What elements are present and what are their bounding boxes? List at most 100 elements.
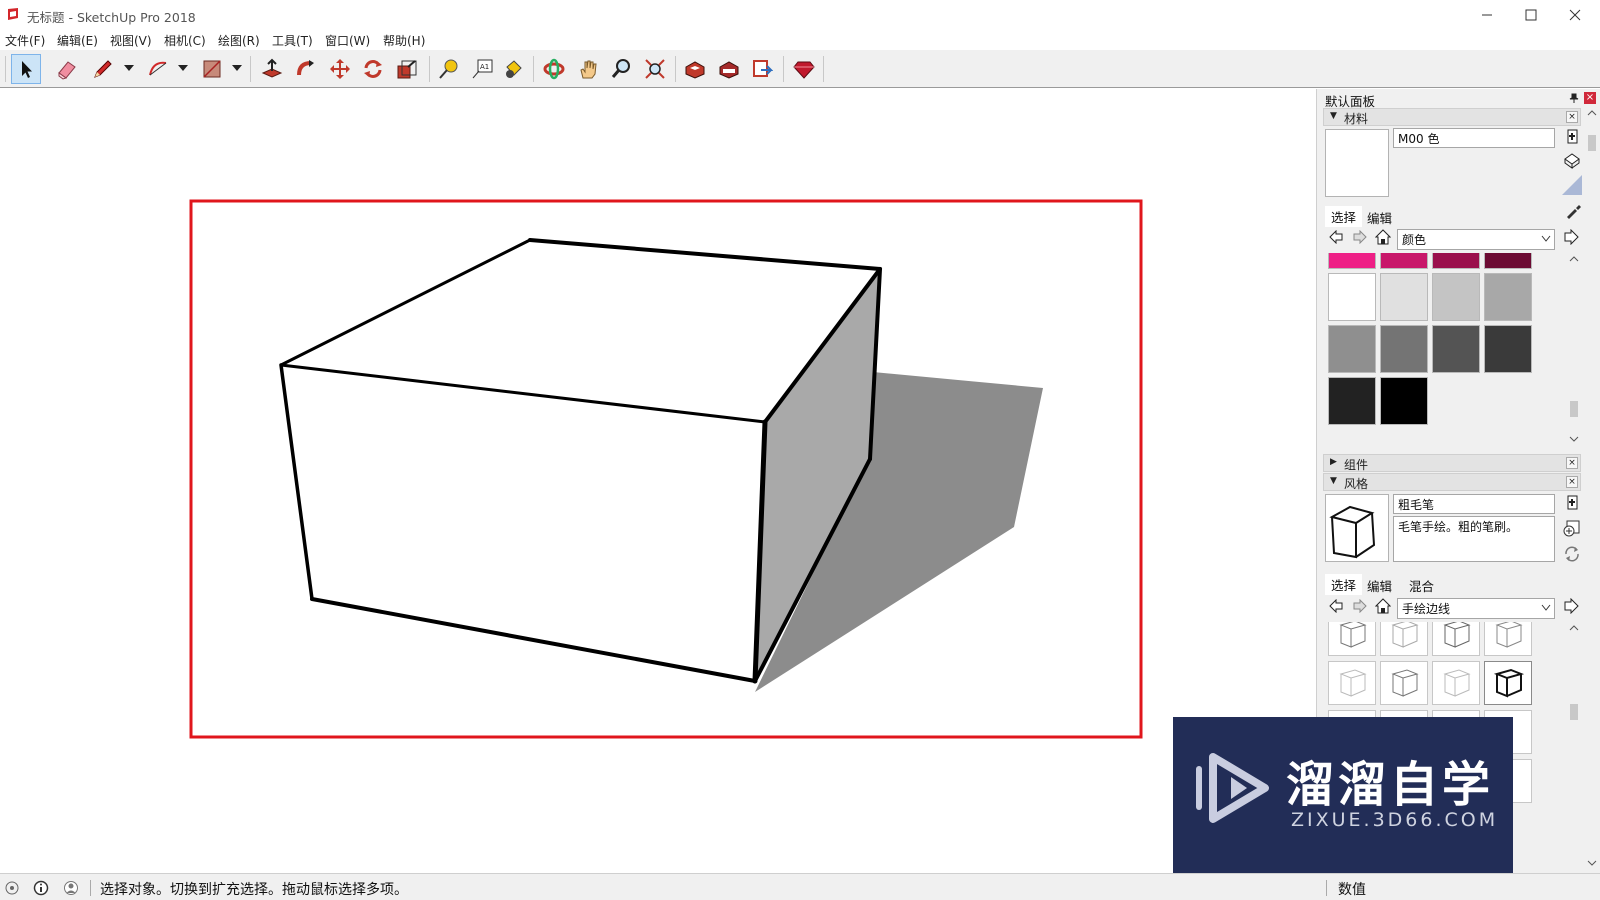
arc-tool-button[interactable] [143, 54, 173, 84]
extension-warehouse-button[interactable] [714, 54, 744, 84]
geolocation-icon[interactable] [4, 880, 20, 896]
rectangle-tool-button[interactable] [197, 54, 227, 84]
swatch-scrollbar[interactable] [1567, 253, 1581, 448]
pan-tool-button[interactable] [573, 54, 603, 84]
menu-help[interactable]: 帮助(H) [383, 32, 425, 49]
move-tool-button[interactable] [325, 54, 355, 84]
create-style-icon[interactable] [1565, 495, 1579, 511]
orbit-tool-button[interactable] [539, 54, 569, 84]
default-material-icon[interactable] [1562, 175, 1582, 195]
select-tool-button[interactable] [11, 54, 41, 84]
forward-arrow-icon[interactable] [1353, 599, 1367, 613]
paint-bucket-tool-button[interactable] [498, 54, 528, 84]
create-material-icon[interactable] [1565, 129, 1579, 145]
style-library-select[interactable]: 手绘边线 [1397, 598, 1555, 619]
swatch-black[interactable] [1380, 377, 1428, 425]
swatch-gray-4[interactable] [1328, 325, 1376, 373]
tray-scroll-thumb[interactable] [1588, 135, 1596, 151]
styles-tab-edit[interactable]: 编辑 [1367, 576, 1392, 595]
3d-warehouse-button[interactable] [680, 54, 710, 84]
style-scrollbar[interactable] [1567, 622, 1581, 862]
menu-camera[interactable]: 相机(C) [164, 32, 206, 49]
home-icon[interactable] [1375, 229, 1391, 245]
material-name-field[interactable]: M00 色 [1393, 128, 1555, 148]
text-tool-button[interactable]: A1 [467, 54, 497, 84]
swatch-gray-2[interactable] [1432, 273, 1480, 321]
maximize-button[interactable] [1508, 2, 1554, 28]
tape-measure-tool-button[interactable] [433, 54, 463, 84]
styles-header[interactable]: ▼ 风格 × [1323, 473, 1581, 491]
style-thumbnail[interactable] [1328, 661, 1376, 705]
menu-view[interactable]: 视图(V) [110, 32, 152, 49]
swatch-magenta[interactable] [1380, 253, 1428, 269]
scroll-down-icon[interactable] [1585, 857, 1599, 869]
push-pull-tool-button[interactable] [257, 54, 287, 84]
zoom-extents-tool-button[interactable] [640, 54, 670, 84]
materials-tab-edit[interactable]: 编辑 [1367, 208, 1392, 227]
minimize-button[interactable] [1464, 2, 1510, 28]
follow-me-tool-button[interactable] [291, 54, 321, 84]
swatch-gray-3[interactable] [1484, 273, 1532, 321]
tray-close-button[interactable]: × [1584, 92, 1596, 104]
components-header[interactable]: ▶ 组件 × [1323, 454, 1581, 472]
user-account-icon[interactable] [63, 880, 79, 896]
update-style-icon[interactable] [1563, 519, 1581, 537]
menu-edit[interactable]: 编辑(E) [57, 32, 98, 49]
swatch-gray-1[interactable] [1380, 273, 1428, 321]
components-close-icon[interactable]: × [1566, 457, 1578, 469]
model-canvas[interactable] [0, 89, 1316, 873]
info-icon[interactable] [33, 880, 49, 896]
swatch-gray-8[interactable] [1328, 377, 1376, 425]
style-thumbnail[interactable] [1380, 661, 1428, 705]
styles-tab-mix[interactable]: 混合 [1409, 576, 1434, 595]
style-thumbnail[interactable] [1432, 661, 1480, 705]
home-icon[interactable] [1375, 598, 1391, 614]
material-library-select[interactable]: 颜色 [1397, 229, 1555, 250]
style-thumbnail[interactable] [1484, 622, 1532, 656]
swatch-crimson[interactable] [1432, 253, 1480, 269]
scroll-up-icon[interactable] [1567, 622, 1581, 634]
style-thumbnail[interactable] [1432, 622, 1480, 656]
styles-close-icon[interactable]: × [1566, 476, 1578, 488]
swatch-scroll-thumb[interactable] [1570, 401, 1578, 417]
line-tool-button[interactable] [88, 54, 118, 84]
styles-tab-select[interactable]: 选择 [1325, 574, 1363, 595]
materials-header[interactable]: ▼ 材料 × [1323, 108, 1581, 126]
close-button[interactable] [1552, 2, 1598, 28]
rotate-tool-button[interactable] [358, 54, 388, 84]
line-dropdown-icon[interactable] [124, 64, 134, 72]
swatch-pink[interactable] [1328, 253, 1376, 269]
style-scroll-thumb[interactable] [1570, 704, 1578, 720]
swatch-gray-5[interactable] [1380, 325, 1428, 373]
menu-file[interactable]: 文件(F) [5, 32, 45, 49]
tray-scrollbar[interactable] [1585, 107, 1599, 873]
sample-paint-icon[interactable] [1563, 151, 1581, 169]
scale-tool-button[interactable] [392, 54, 422, 84]
drawing-viewport[interactable] [0, 89, 1316, 873]
ruby-console-button[interactable] [789, 54, 819, 84]
details-arrow-icon[interactable] [1563, 229, 1579, 245]
swatch-white[interactable] [1328, 273, 1376, 321]
scroll-up-icon[interactable] [1567, 253, 1581, 265]
menu-draw[interactable]: 绘图(R) [218, 32, 260, 49]
style-thumbnail[interactable] [1328, 622, 1376, 656]
layout-button[interactable] [747, 54, 777, 84]
style-description-field[interactable]: 毛笔手绘。粗的笔刷。 [1393, 516, 1555, 562]
eyedropper-icon[interactable] [1565, 203, 1581, 219]
menu-tools[interactable]: 工具(T) [272, 32, 313, 49]
forward-arrow-icon[interactable] [1353, 230, 1367, 244]
style-thumbnail[interactable] [1380, 622, 1428, 656]
details-arrow-icon[interactable] [1563, 598, 1579, 614]
swatch-gray-6[interactable] [1432, 325, 1480, 373]
eraser-tool-button[interactable] [52, 54, 82, 84]
style-thumbnail-selected[interactable] [1484, 661, 1532, 705]
rectangle-dropdown-icon[interactable] [232, 64, 242, 72]
refresh-icon[interactable] [1563, 545, 1581, 563]
scroll-up-icon[interactable] [1585, 107, 1599, 119]
menu-window[interactable]: 窗口(W) [325, 32, 370, 49]
swatch-gray-7[interactable] [1484, 325, 1532, 373]
pin-icon[interactable] [1569, 93, 1579, 103]
back-arrow-icon[interactable] [1329, 230, 1343, 244]
back-arrow-icon[interactable] [1329, 599, 1343, 613]
style-name-field[interactable]: 粗毛笔 [1393, 494, 1555, 514]
